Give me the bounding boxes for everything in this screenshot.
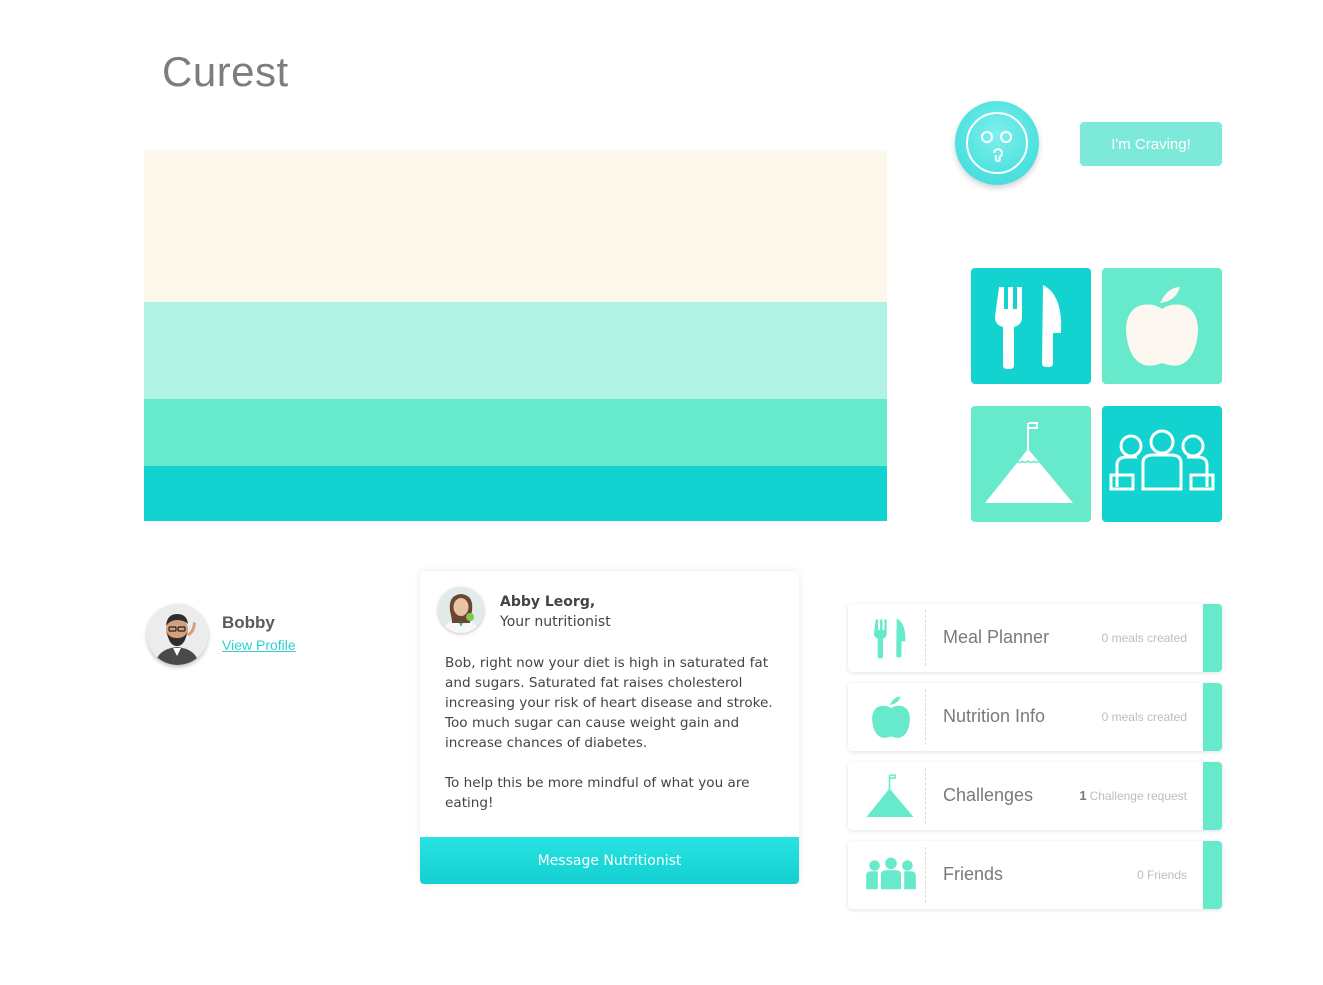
divider	[925, 610, 926, 666]
divider	[925, 768, 926, 824]
feature-row-friends[interactable]: Friends 0 Friends	[848, 841, 1222, 909]
nutritionist-message-paragraph: Bob, right now your diet is high in satu…	[445, 655, 773, 751]
nutritionist-message: Bob, right now your diet is high in satu…	[445, 653, 780, 813]
banner-band-cream	[144, 150, 887, 302]
friends-tile[interactable]	[1102, 406, 1222, 522]
view-profile-link[interactable]: View Profile	[222, 637, 296, 653]
nutritionist-role: Your nutritionist	[500, 614, 611, 630]
feature-stat: 0 meals created	[1099, 630, 1187, 645]
feature-label: Nutrition Info	[943, 706, 1046, 726]
apple-icon	[856, 689, 926, 745]
feature-accent-bar	[1203, 841, 1222, 909]
feature-label: Friends	[943, 864, 1004, 884]
message-nutritionist-button[interactable]: Message Nutritionist	[420, 837, 799, 884]
craving-button[interactable]: I'm Craving!	[1080, 122, 1222, 166]
nutritionist-message-paragraph: To help this be more mindful of what you…	[445, 775, 750, 811]
feature-count: 1	[1079, 788, 1087, 803]
feature-stat: 0 Friends	[1134, 867, 1187, 882]
feature-stat-text: 0 meals created	[1101, 631, 1187, 645]
hero-banner	[144, 150, 887, 521]
group-icon	[1109, 429, 1215, 491]
nutritionist-avatar	[438, 587, 484, 633]
nutrition-tile[interactable]	[1102, 268, 1222, 384]
feature-row-challenges[interactable]: Challenges 1 Challenge request	[848, 762, 1222, 830]
feature-row-meal-planner[interactable]: Meal Planner 0 meals created	[848, 604, 1222, 672]
meal-planner-tile[interactable]	[971, 268, 1091, 384]
banner-band-light-mint	[144, 302, 887, 399]
feature-accent-bar	[1203, 762, 1222, 830]
nutritionist-name: Abby Leorg,	[500, 594, 596, 610]
feature-accent-bar	[1203, 683, 1222, 751]
banner-band-teal	[144, 466, 887, 521]
feature-stat-text: 0 meals created	[1101, 710, 1187, 724]
feature-stat-text: Challenge request	[1089, 789, 1187, 803]
fork-knife-icon	[856, 610, 926, 666]
apple-icon	[1126, 287, 1198, 366]
fork-knife-icon	[995, 285, 1062, 369]
feature-row-nutrition-info[interactable]: Nutrition Info 0 meals created	[848, 683, 1222, 751]
avatar[interactable]	[147, 604, 208, 665]
profile-name: Bobby	[222, 613, 275, 632]
group-icon	[856, 847, 926, 903]
feature-label: Challenges	[943, 785, 1034, 805]
app-title: Curest	[162, 48, 289, 95]
banner-band-mint	[144, 399, 887, 466]
feature-stat: 0 meals created	[1099, 709, 1187, 724]
feature-accent-bar	[1203, 604, 1222, 672]
feature-stat: 1 Challenge request	[1079, 788, 1187, 803]
mountain-flag-icon	[856, 768, 926, 824]
divider	[925, 689, 926, 745]
challenges-tile[interactable]	[971, 406, 1091, 522]
divider	[925, 847, 926, 903]
mountain-flag-icon	[985, 422, 1073, 503]
craving-face-icon[interactable]	[955, 101, 1039, 185]
feature-stat-text: 0 Friends	[1136, 868, 1187, 882]
feature-label: Meal Planner	[943, 627, 1050, 647]
nutritionist-card: Abby Leorg, Your nutritionist Bob, right…	[420, 571, 799, 884]
